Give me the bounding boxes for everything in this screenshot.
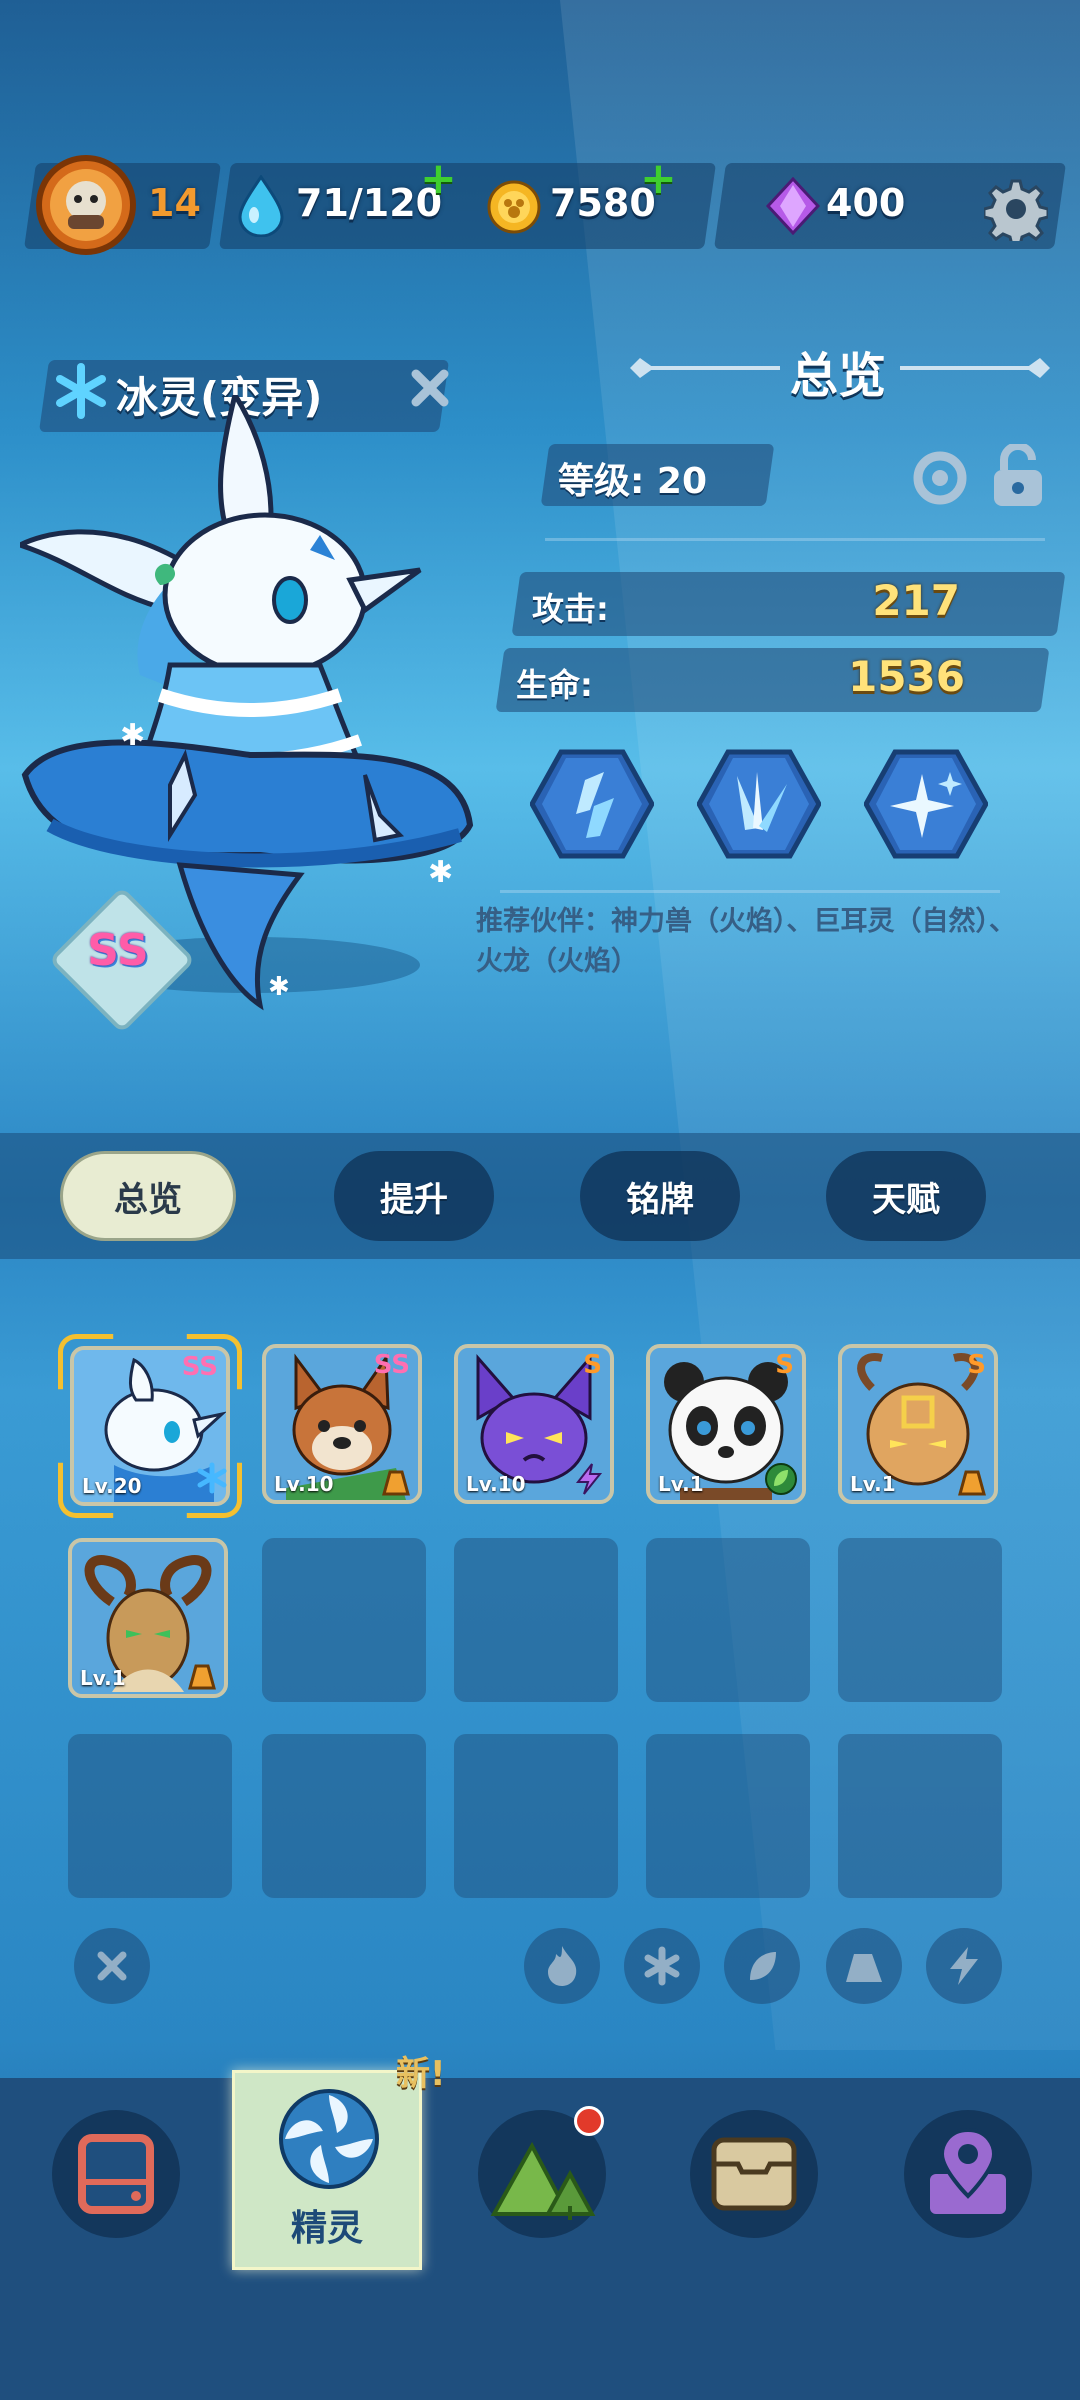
nav-map[interactable] — [904, 2110, 1032, 2238]
lightning-icon — [575, 1463, 603, 1495]
nav-spirit-label: 精灵 — [290, 2208, 363, 2249]
attack-value: 217 — [872, 576, 960, 625]
empty-slot[interactable] — [454, 1538, 618, 1702]
pet-level: Lv.10 — [274, 1472, 334, 1496]
earth-icon — [958, 1470, 986, 1496]
pet-card[interactable]: Lv.10 S — [454, 1344, 614, 1504]
earth-icon — [188, 1664, 216, 1690]
empty-slot[interactable] — [68, 1734, 232, 1898]
svg-text:✱: ✱ — [428, 855, 453, 890]
filter-lightning[interactable] — [926, 1928, 1002, 2004]
title-ornament-right — [900, 358, 1050, 378]
leaf-icon — [765, 1463, 797, 1495]
clear-filter-button[interactable] — [74, 1928, 150, 2004]
empty-slot[interactable] — [646, 1538, 810, 1702]
nav-shop[interactable] — [52, 2110, 180, 2238]
ice-shard-icon[interactable] — [530, 748, 654, 860]
empty-slot[interactable] — [838, 1538, 1002, 1702]
grade-text: SS — [87, 925, 149, 976]
coin-icon — [487, 180, 541, 234]
level-label: 等级: 20 — [558, 461, 708, 502]
nav-spirit-active[interactable]: 精灵 — [232, 2070, 422, 2270]
fire-icon — [548, 1946, 577, 1986]
empty-slot[interactable] — [454, 1734, 618, 1898]
svg-text:✱: ✱ — [268, 972, 290, 1002]
new-badge: 新! — [396, 2054, 446, 2094]
add-coins-button[interactable]: + — [640, 157, 677, 201]
hp-value: 1536 — [848, 652, 965, 701]
svg-text:✱: ✱ — [120, 718, 145, 753]
pet-grade: S — [583, 1350, 602, 1380]
title-ornament-left — [630, 358, 780, 378]
earth-icon — [846, 1954, 882, 1982]
pet-level: Lv.1 — [80, 1666, 126, 1690]
resource-bar: 14 71/120 + 7580 + 400 — [0, 155, 1080, 255]
lightning-icon — [950, 1947, 978, 1985]
empty-slot[interactable] — [262, 1734, 426, 1898]
pet-card[interactable]: Lv.1 — [68, 1538, 228, 1698]
hp-label: 生命: — [516, 666, 593, 704]
empty-slot[interactable] — [262, 1538, 426, 1702]
gem-value: 400 — [826, 181, 906, 225]
snowflake-icon — [644, 1946, 680, 1986]
leaf-icon — [750, 1952, 776, 1980]
spirit-icon — [279, 2089, 379, 2189]
earth-icon — [382, 1470, 410, 1496]
tab-nameplate[interactable]: 铭牌 — [580, 1151, 740, 1241]
tab-talent[interactable]: 天赋 — [826, 1151, 986, 1241]
unlock-icon[interactable] — [990, 444, 1046, 510]
divider — [500, 890, 1000, 893]
player-level: 14 — [148, 181, 201, 225]
ring-icon[interactable] — [910, 448, 970, 508]
pet-level: Lv.10 — [466, 1472, 526, 1496]
pet-level: Lv.1 — [658, 1472, 704, 1496]
close-icon — [97, 1951, 127, 1981]
tab-strip: 总览 提升 铭牌 天赋 — [0, 1133, 1080, 1259]
pet-grade: S — [967, 1350, 986, 1380]
overview-title: 总览 — [790, 348, 887, 404]
filter-nature[interactable] — [724, 1928, 800, 2004]
ice-spike-icon[interactable] — [697, 748, 821, 860]
empty-slot[interactable] — [646, 1734, 810, 1898]
notification-dot — [574, 2106, 604, 2136]
add-energy-button[interactable]: + — [420, 157, 457, 201]
pet-card[interactable]: Lv.1 S — [838, 1344, 998, 1504]
filter-ice[interactable] — [624, 1928, 700, 2004]
nav-inventory[interactable] — [690, 2110, 818, 2238]
shop-icon — [78, 2134, 154, 2214]
divider — [545, 538, 1045, 541]
water-drop-icon — [238, 175, 284, 237]
tab-overview[interactable]: 总览 — [60, 1151, 236, 1241]
snowflake-icon — [197, 1462, 227, 1494]
pet-card[interactable]: Lv.1 S — [646, 1344, 806, 1504]
gem-icon — [766, 177, 820, 235]
map-icon — [930, 2127, 1006, 2214]
recommend-text: 推荐伙伴：神力兽（火焰）、巨耳灵（自然）、火龙（火焰） — [476, 906, 1016, 977]
sparkle-icon[interactable] — [864, 748, 988, 860]
avatar-icon[interactable] — [36, 155, 136, 255]
filter-fire[interactable] — [524, 1928, 600, 2004]
inventory-icon — [711, 2137, 797, 2211]
pet-grade: S — [775, 1350, 794, 1380]
pet-grade: SS — [373, 1350, 410, 1380]
attack-label: 攻击: — [532, 590, 609, 628]
pet-card[interactable]: Lv.10 SS — [262, 1344, 422, 1504]
pet-level: Lv.1 — [850, 1472, 896, 1496]
filter-earth[interactable] — [826, 1928, 902, 2004]
gear-icon[interactable] — [984, 177, 1048, 241]
empty-slot[interactable] — [838, 1734, 1002, 1898]
tab-upgrade[interactable]: 提升 — [334, 1151, 494, 1241]
